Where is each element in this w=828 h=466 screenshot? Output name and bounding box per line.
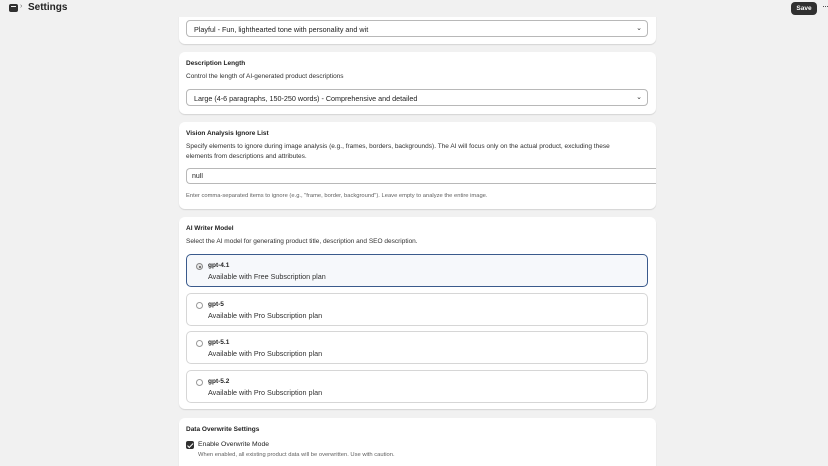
page-title: Settings — [28, 2, 68, 13]
ignore-list-help: Enter comma-separated items to ignore (e… — [186, 193, 488, 199]
model-plan: Available with Pro Subscription plan — [208, 311, 323, 320]
model-option-gpt-5-1[interactable]: gpt-5.1 Available with Pro Subscription … — [186, 331, 648, 364]
chevron-down-icon: ⌄ — [636, 25, 642, 32]
model-option-gpt-4-1[interactable]: gpt-4.1 Available with Free Subscription… — [186, 254, 648, 287]
description-length-select[interactable]: Large (4-6 paragraphs, 150-250 words) - … — [186, 89, 648, 106]
top-bar: › Settings Save ··· — [0, 0, 828, 17]
description-length-subtitle: Control the length of AI-generated produ… — [186, 73, 344, 80]
description-length-title: Description Length — [186, 60, 246, 67]
model-name: gpt-5.1 — [208, 339, 230, 346]
app-icon[interactable] — [9, 4, 18, 12]
data-overwrite-card: Data Overwrite Settings Enable Overwrite… — [179, 418, 656, 466]
tone-select-value: Playful - Fun, lighthearted tone with pe… — [194, 25, 369, 34]
ai-writer-model-title: AI Writer Model — [186, 225, 234, 232]
radio-icon[interactable] — [196, 340, 203, 347]
model-option-gpt-5-2[interactable]: gpt-5.2 Available with Pro Subscription … — [186, 370, 648, 403]
description-length-select-value: Large (4-6 paragraphs, 150-250 words) - … — [194, 94, 418, 103]
description-length-card: Description Length Control the length of… — [179, 52, 656, 114]
radio-icon[interactable] — [196, 379, 203, 386]
model-name: gpt-5.2 — [208, 378, 230, 385]
model-plan: Available with Free Subscription plan — [208, 272, 326, 281]
model-name: gpt-4.1 — [208, 262, 230, 269]
ignore-list-input[interactable] — [186, 168, 656, 184]
radio-icon[interactable] — [196, 302, 203, 309]
more-actions-icon[interactable]: ··· — [822, 1, 828, 11]
breadcrumb-chevron-icon: › — [20, 3, 23, 10]
overwrite-checkbox-label[interactable]: Enable Overwrite Mode — [198, 441, 269, 448]
chevron-down-icon: ⌄ — [636, 94, 642, 101]
vision-ignore-description-line2: elements from descriptions and attribute… — [186, 152, 307, 160]
vision-ignore-card: Vision Analysis Ignore List Specify elem… — [179, 122, 656, 209]
vision-ignore-title: Vision Analysis Ignore List — [186, 130, 269, 137]
radio-selected-icon[interactable] — [196, 263, 203, 270]
tone-select[interactable]: Playful - Fun, lighthearted tone with pe… — [186, 20, 648, 37]
model-plan: Available with Pro Subscription plan — [208, 388, 323, 397]
save-button[interactable]: Save — [791, 2, 817, 15]
overwrite-help: When enabled, all existing product data … — [198, 452, 395, 458]
overwrite-checkbox[interactable] — [186, 441, 194, 449]
model-plan: Available with Pro Subscription plan — [208, 349, 323, 358]
data-overwrite-title: Data Overwrite Settings — [186, 426, 260, 433]
ai-writer-model-subtitle: Select the AI model for generating produ… — [186, 238, 418, 245]
ai-writer-model-card: AI Writer Model Select the AI model for … — [179, 217, 656, 409]
vision-ignore-description-line1: Specify elements to ignore during image … — [186, 143, 610, 150]
model-option-gpt-5[interactable]: gpt-5 Available with Pro Subscription pl… — [186, 293, 648, 326]
model-name: gpt-5 — [208, 301, 224, 308]
